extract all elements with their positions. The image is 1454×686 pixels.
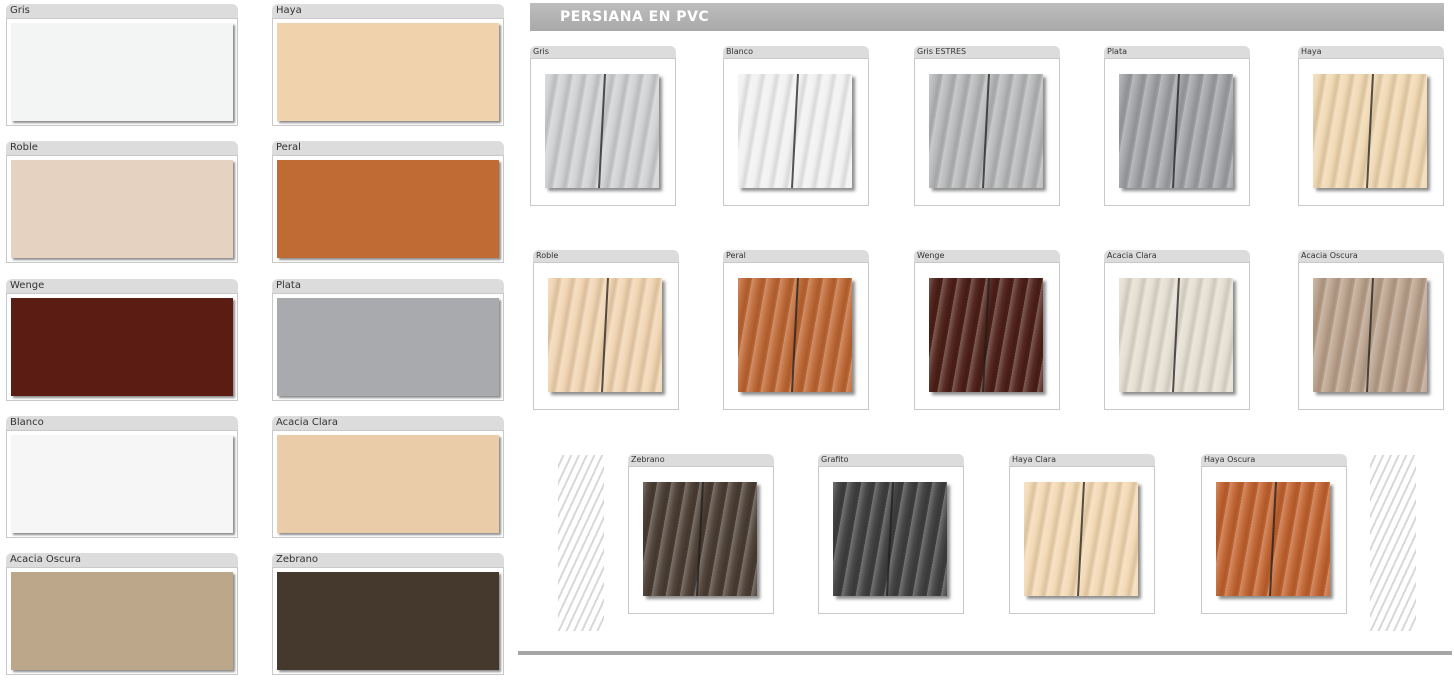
- swatch-sample: [11, 23, 233, 121]
- pvc-card-wenge[interactable]: Wenge: [914, 250, 1060, 410]
- swatch-label: Blanco: [723, 46, 869, 58]
- slat-sample: [929, 278, 1043, 392]
- swatch-label: Wenge: [6, 279, 238, 293]
- swatch-sample: [11, 160, 233, 258]
- slat-sample: [1313, 74, 1427, 188]
- swatch-label: Peral: [272, 141, 504, 155]
- decorative-hatch-left: [558, 455, 604, 631]
- swatch-label: Plata: [272, 279, 504, 293]
- swatch-label: Plata: [1104, 46, 1250, 58]
- slat-sample: [1024, 482, 1138, 596]
- pvc-card-haya[interactable]: Haya: [1298, 46, 1444, 206]
- swatch-card-peral[interactable]: Peral: [272, 141, 504, 263]
- slat-sample: [1119, 74, 1233, 188]
- swatch-label: Haya Oscura: [1201, 454, 1347, 466]
- swatch-label: Zebrano: [628, 454, 774, 466]
- pvc-card-roble[interactable]: Roble: [533, 250, 679, 410]
- pvc-card-plata[interactable]: Plata: [1104, 46, 1250, 206]
- slat-sample: [643, 482, 757, 596]
- slat-sample: [738, 74, 852, 188]
- slat-sample: [1313, 278, 1427, 392]
- slat-sample: [833, 482, 947, 596]
- swatch-label: Gris: [530, 46, 676, 58]
- swatch-label: Acacia Clara: [1104, 250, 1250, 262]
- swatch-sample: [277, 298, 499, 396]
- slat-sample: [738, 278, 852, 392]
- pvc-card-peral[interactable]: Peral: [723, 250, 869, 410]
- swatch-label: Haya: [272, 4, 504, 18]
- swatch-sample: [277, 435, 499, 533]
- swatch-card-wenge[interactable]: Wenge: [6, 279, 238, 401]
- pvc-card-zebrano[interactable]: Zebrano: [628, 454, 774, 614]
- swatch-card-gris[interactable]: Gris: [6, 4, 238, 126]
- swatch-label: Roble: [533, 250, 679, 262]
- swatch-sample: [277, 572, 499, 670]
- swatch-card-haya[interactable]: Haya: [272, 4, 504, 126]
- section-title: PERSIANA EN PVC: [530, 3, 1444, 31]
- pvc-card-acacia-oscura[interactable]: Acacia Oscura: [1298, 250, 1444, 410]
- swatch-label: Peral: [723, 250, 869, 262]
- pvc-card-haya-clara[interactable]: Haya Clara: [1009, 454, 1155, 614]
- pvc-card-acacia-clara[interactable]: Acacia Clara: [1104, 250, 1250, 410]
- swatch-card-plata[interactable]: Plata: [272, 279, 504, 401]
- swatch-card-roble[interactable]: Roble: [6, 141, 238, 263]
- section-divider: [518, 651, 1452, 655]
- pvc-card-gris-estres[interactable]: Gris ESTRES: [914, 46, 1060, 206]
- swatch-card-acacia-clara[interactable]: Acacia Clara: [272, 416, 504, 538]
- swatch-label: Gris ESTRES: [914, 46, 1060, 58]
- swatch-label: Haya Clara: [1009, 454, 1155, 466]
- swatch-sample: [11, 572, 233, 670]
- swatch-label: Roble: [6, 141, 238, 155]
- swatch-label: Acacia Clara: [272, 416, 504, 430]
- pvc-card-haya-oscura[interactable]: Haya Oscura: [1201, 454, 1347, 614]
- swatch-label: Blanco: [6, 416, 238, 430]
- swatch-sample: [11, 298, 233, 396]
- swatch-card-zebrano[interactable]: Zebrano: [272, 553, 504, 675]
- decorative-hatch-right: [1370, 455, 1416, 631]
- pvc-card-gris[interactable]: Gris: [530, 46, 676, 206]
- swatch-label: Gris: [6, 4, 238, 18]
- slat-sample: [929, 74, 1043, 188]
- swatch-sample: [277, 160, 499, 258]
- slat-sample: [1216, 482, 1330, 596]
- pvc-card-grafito[interactable]: Grafito: [818, 454, 964, 614]
- swatch-label: Zebrano: [272, 553, 504, 567]
- swatch-label: Wenge: [914, 250, 1060, 262]
- pvc-card-blanco[interactable]: Blanco: [723, 46, 869, 206]
- swatch-label: Haya: [1298, 46, 1444, 58]
- slat-sample: [545, 74, 659, 188]
- swatch-card-blanco[interactable]: Blanco: [6, 416, 238, 538]
- swatch-label: Acacia Oscura: [1298, 250, 1444, 262]
- swatch-label: Grafito: [818, 454, 964, 466]
- slat-sample: [1119, 278, 1233, 392]
- swatch-card-acacia-oscura[interactable]: Acacia Oscura: [6, 553, 238, 675]
- swatch-label: Acacia Oscura: [6, 553, 238, 567]
- swatch-sample: [277, 23, 499, 121]
- swatch-sample: [11, 435, 233, 533]
- slat-sample: [548, 278, 662, 392]
